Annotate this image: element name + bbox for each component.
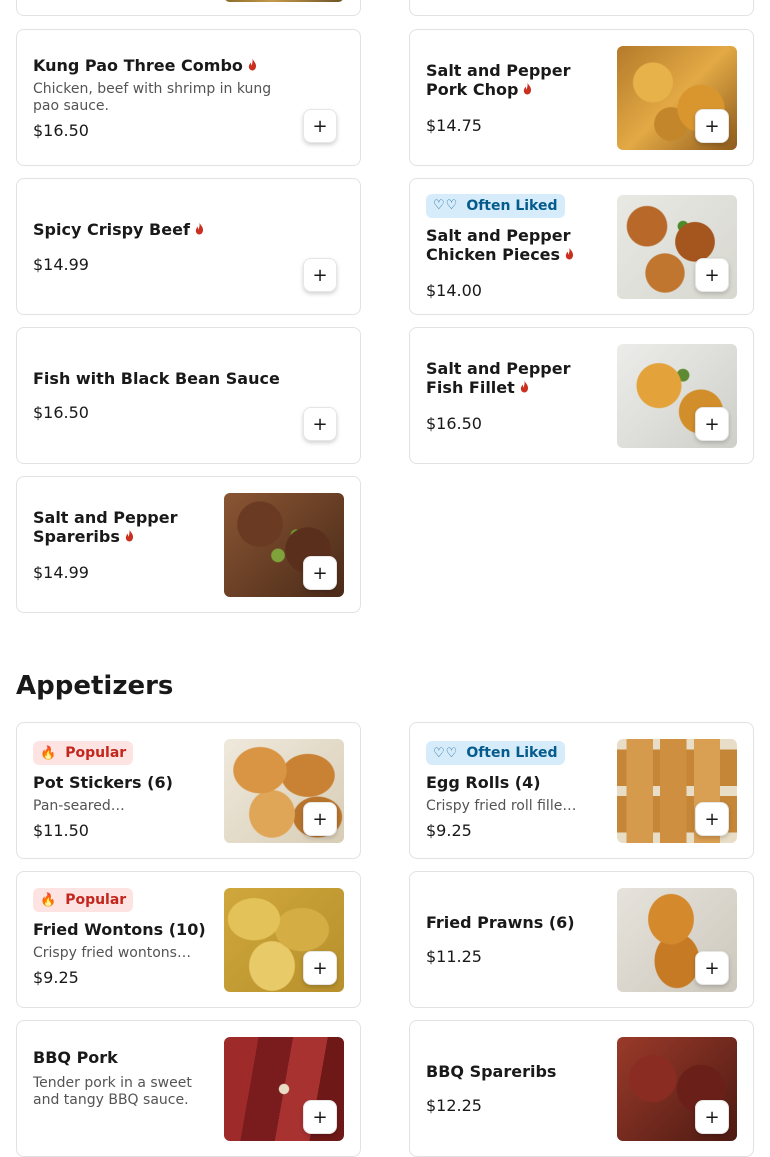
- menu-item-name: Salt and Pepper Pork Chop: [426, 60, 571, 99]
- fire-icon: 🔥: [40, 892, 58, 908]
- menu-item-card[interactable]: Spicy Crispy Beef $14.99 +: [16, 178, 361, 315]
- add-to-cart-button[interactable]: +: [695, 1100, 729, 1134]
- menu-item-price: $16.50: [426, 413, 482, 433]
- menu-item-card[interactable]: Kung Pao Three Combo Chicken, beef with …: [16, 29, 361, 166]
- menu-item-info: 🔥 Popular Pot Stickers (6) Pan-seared… $1…: [33, 723, 208, 858]
- menu-item-info: Salt and Pepper Fish Fillet $16.50: [426, 328, 601, 463]
- menu-item-price: $9.25: [33, 968, 79, 987]
- menu-item-card[interactable]: Fried Prawns (6) $11.25 +: [409, 871, 754, 1008]
- menu-item-price: $16.50: [33, 403, 89, 422]
- menu-item-card[interactable]: ♡♡ Often Liked Salt and Pepper Chicken Pi…: [409, 178, 754, 315]
- flame-icon: [522, 82, 533, 95]
- menu-item-card[interactable]: [409, 0, 754, 16]
- fire-icon: 🔥: [40, 745, 58, 761]
- menu-item-description: Crispy fried wontons…: [33, 945, 191, 961]
- menu-item-card[interactable]: Salt and Pepper Spareribs $14.99 +: [16, 476, 361, 613]
- menu-item-info: Spicy Crispy Beef $14.99: [33, 179, 293, 314]
- section-title-appetizers: Appetizers: [16, 671, 174, 701]
- add-to-cart-button[interactable]: +: [303, 556, 337, 590]
- add-to-cart-button[interactable]: +: [695, 407, 729, 441]
- flame-icon: [247, 58, 258, 71]
- menu-item-card[interactable]: Fish with Black Bean Sauce $16.50 +: [16, 327, 361, 464]
- menu-item-name: Salt and Pepper Fish Fillet: [426, 358, 571, 397]
- add-to-cart-button[interactable]: +: [303, 1100, 337, 1134]
- add-to-cart-button[interactable]: +: [695, 258, 729, 292]
- menu-item-card[interactable]: BBQ Spareribs $12.25 +: [409, 1020, 754, 1157]
- menu-item-info: Salt and Pepper Spareribs $14.99: [33, 477, 208, 612]
- menu-item-card[interactable]: ♡♡ Often Liked Egg Rolls (4) Crispy fried…: [409, 722, 754, 859]
- popular-badge: 🔥 Popular: [33, 741, 134, 765]
- menu-item-name: Fried Wontons (10): [33, 920, 206, 939]
- add-to-cart-button[interactable]: +: [695, 109, 729, 143]
- menu-item-card[interactable]: Salt and Pepper Pork Chop $14.75 +: [409, 29, 754, 166]
- popular-badge: 🔥 Popular: [33, 888, 134, 912]
- menu-item-name: BBQ Pork: [33, 1048, 118, 1067]
- menu-item-price: $14.99: [33, 562, 89, 582]
- menu-item-price: $16.50: [33, 120, 89, 140]
- menu-item-card[interactable]: BBQ Pork Tender pork in a sweet and tang…: [16, 1020, 361, 1157]
- flame-icon: [519, 380, 530, 393]
- often-liked-badge: ♡♡ Often Liked: [426, 741, 565, 765]
- menu-item-price: $12.25: [426, 1096, 482, 1115]
- menu-item-price: $9.25: [426, 821, 472, 840]
- menu-item-info: Fish with Black Bean Sauce $16.50: [33, 328, 293, 463]
- menu-item-info: ♡♡ Often Liked Salt and Pepper Chicken Pi…: [426, 179, 601, 314]
- menu-item-card[interactable]: Salt and Pepper Fish Fillet $16.50 +: [409, 327, 754, 464]
- menu-item-price: $14.99: [33, 254, 89, 274]
- menu-item-name: Salt and Pepper Chicken Pieces: [426, 226, 601, 264]
- often-liked-badge: ♡♡ Often Liked: [426, 193, 565, 218]
- flame-icon: [564, 247, 575, 260]
- heart-icon: ♡♡: [433, 198, 459, 213]
- menu-item-info: BBQ Spareribs $12.25: [426, 1021, 601, 1156]
- add-to-cart-button[interactable]: +: [695, 951, 729, 985]
- menu-item-name: Fish with Black Bean Sauce: [33, 369, 280, 388]
- menu-item-info: BBQ Pork Tender pork in a sweet and tang…: [33, 1021, 208, 1156]
- menu-item-card[interactable]: 🔥 Popular Fried Wontons (10) Crispy fried…: [16, 871, 361, 1008]
- menu-item-price: $11.25: [426, 947, 482, 966]
- flame-icon: [194, 222, 205, 235]
- menu-item-name: Egg Rolls (4): [426, 773, 541, 792]
- add-to-cart-button[interactable]: +: [303, 109, 337, 143]
- menu-item-description: Pan-seared…: [33, 798, 125, 814]
- menu-item-price: $11.50: [33, 821, 89, 840]
- menu-item-description: Crispy fried roll fille…: [426, 798, 577, 814]
- menu-item-card[interactable]: [16, 0, 361, 16]
- menu-item-name: Spicy Crispy Beef: [33, 220, 293, 239]
- menu-item-description: Chicken, beef with shrimp in kung pao sa…: [33, 80, 272, 114]
- heart-icon: ♡♡: [433, 745, 459, 761]
- menu-item-name: Salt and Pepper Spareribs: [33, 507, 178, 546]
- menu-item-name: Kung Pao Three Combo: [33, 56, 293, 75]
- food-image: [224, 0, 344, 2]
- menu-item-info: Kung Pao Three Combo Chicken, beef with …: [33, 30, 293, 165]
- menu-item-price: $14.75: [426, 115, 482, 135]
- add-to-cart-button[interactable]: +: [303, 407, 337, 441]
- menu-item-name: Fried Prawns (6): [426, 913, 575, 932]
- menu-item-info: 🔥 Popular Fried Wontons (10) Crispy fried…: [33, 872, 208, 1007]
- menu-item-info: Salt and Pepper Pork Chop $14.75: [426, 30, 601, 165]
- menu-item-info: ♡♡ Often Liked Egg Rolls (4) Crispy fried…: [426, 723, 601, 858]
- menu-item-name: BBQ Spareribs: [426, 1062, 557, 1081]
- add-to-cart-button[interactable]: +: [303, 951, 337, 985]
- flame-icon: [124, 529, 135, 542]
- add-to-cart-button[interactable]: +: [303, 802, 337, 836]
- menu-item-name: Pot Stickers (6): [33, 773, 173, 792]
- menu-item-price: $14.00: [426, 280, 482, 300]
- menu-item-card[interactable]: 🔥 Popular Pot Stickers (6) Pan-seared… $1…: [16, 722, 361, 859]
- add-to-cart-button[interactable]: +: [303, 258, 337, 292]
- add-to-cart-button[interactable]: +: [695, 802, 729, 836]
- menu-item-info: Fried Prawns (6) $11.25: [426, 872, 601, 1007]
